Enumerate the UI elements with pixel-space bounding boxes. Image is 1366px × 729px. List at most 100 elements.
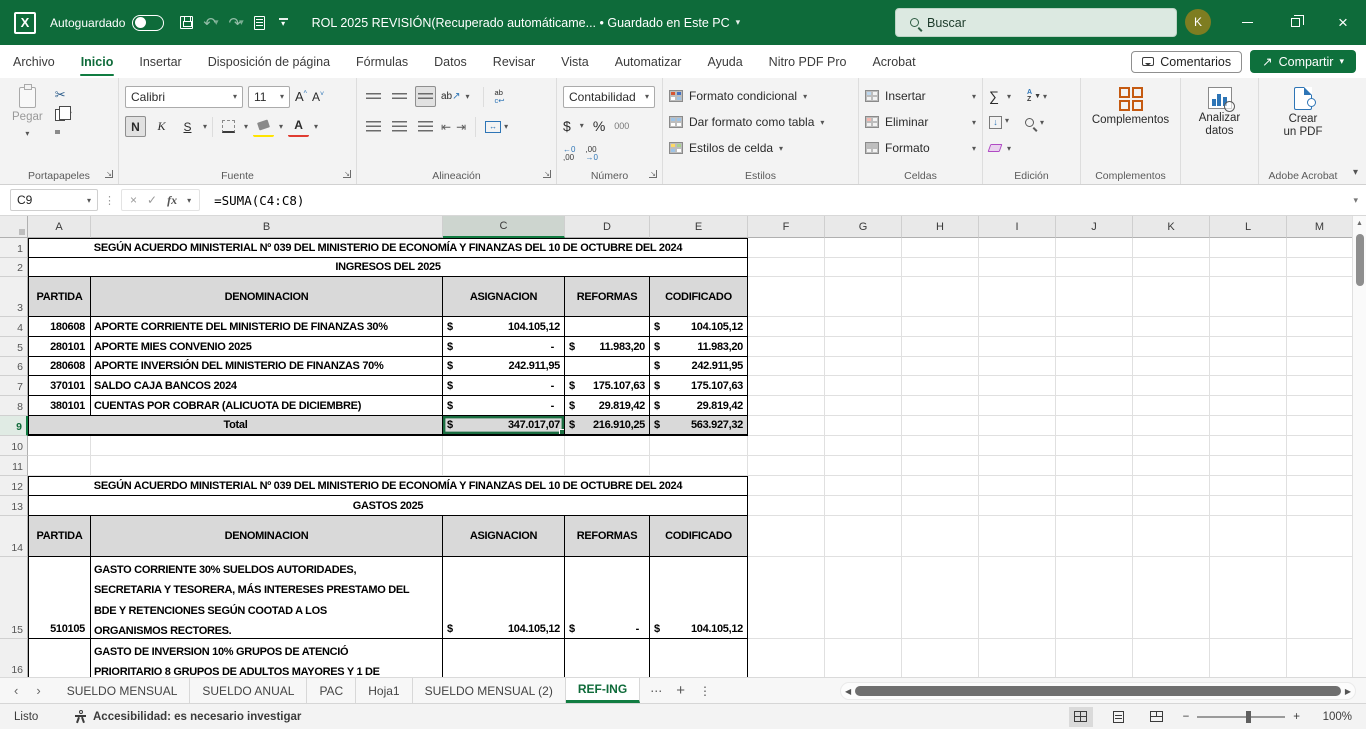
- tab-automatizar[interactable]: Automatizar: [602, 45, 695, 78]
- collapse-ribbon-button[interactable]: ▾: [1353, 167, 1358, 178]
- find-select-button[interactable]: ▾: [1025, 118, 1044, 127]
- format-as-table-button[interactable]: Dar formato como tabla▾: [669, 109, 852, 135]
- align-top-button[interactable]: [363, 86, 384, 107]
- column-header-k[interactable]: K: [1133, 216, 1210, 238]
- empty-cell[interactable]: [443, 456, 565, 476]
- increase-decimal-button[interactable]: ←0,00: [563, 146, 575, 162]
- cell-codificado[interactable]: $11.983,20: [650, 337, 748, 357]
- zoom-track[interactable]: [1197, 716, 1285, 718]
- borders-dropdown[interactable]: ▾: [244, 122, 248, 131]
- format-painter-button[interactable]: [55, 127, 72, 130]
- column-header-i[interactable]: I: [979, 216, 1056, 238]
- alignment-dialog-launcher[interactable]: [543, 170, 551, 178]
- row-header-13[interactable]: 13: [0, 496, 28, 516]
- align-right-button[interactable]: [415, 116, 436, 137]
- header-codificado[interactable]: CODIFICADO: [650, 516, 748, 557]
- cell-codificado[interactable]: $175.107,63: [650, 376, 748, 396]
- cell-reformas[interactable]: $175.107,63: [565, 376, 650, 396]
- cell-total-asignacion-selected[interactable]: $347.017,07: [443, 416, 565, 436]
- empty-cell[interactable]: [91, 456, 443, 476]
- cell-asignacion[interactable]: $-: [443, 337, 565, 357]
- expand-formula-bar-button[interactable]: ▾: [1353, 195, 1358, 206]
- align-left-button[interactable]: [363, 116, 384, 137]
- cell-partida[interactable]: 380101: [28, 396, 91, 416]
- column-header-h[interactable]: H: [902, 216, 979, 238]
- sheet-tab-sueldo-mensual[interactable]: SUELDO MENSUAL: [55, 678, 191, 703]
- tab-inicio[interactable]: Inicio: [68, 45, 127, 78]
- cut-button[interactable]: ✂: [55, 87, 72, 103]
- horizontal-scroll-thumb[interactable]: [855, 686, 1341, 696]
- row-header-12[interactable]: 12: [0, 476, 28, 496]
- cell-partida[interactable]: 180608: [28, 317, 91, 337]
- tab-nitro-pdf[interactable]: Nitro PDF Pro: [756, 45, 860, 78]
- tab-revisar[interactable]: Revisar: [480, 45, 548, 78]
- restore-button[interactable]: [1272, 0, 1318, 45]
- tab-vista[interactable]: Vista: [548, 45, 602, 78]
- header-reformas[interactable]: REFORMAS: [565, 516, 650, 557]
- empty-cell[interactable]: [91, 436, 443, 456]
- cell-asignacion[interactable]: [443, 639, 565, 677]
- row-header-11[interactable]: 11: [0, 456, 28, 476]
- column-header-f[interactable]: F: [748, 216, 825, 238]
- delete-cells-button[interactable]: Eliminar▾: [865, 109, 976, 135]
- autosum-button[interactable]: ∑: [989, 88, 999, 104]
- vertical-scroll-thumb[interactable]: [1356, 234, 1364, 286]
- cell-denominacion[interactable]: APORTE CORRIENTE DEL MINISTERIO DE FINAN…: [91, 317, 443, 337]
- sort-filter-button[interactable]: AZ ▼▾: [1027, 89, 1047, 103]
- number-format-select[interactable]: Contabilidad▾: [563, 86, 655, 108]
- account-avatar[interactable]: K: [1185, 9, 1211, 35]
- header-asignacion[interactable]: ASIGNACION: [443, 516, 565, 557]
- accessibility-checker[interactable]: Accesibilidad: es necesario investigar: [74, 710, 301, 723]
- clipboard-dialog-launcher[interactable]: [105, 170, 113, 178]
- cell-denominacion[interactable]: GASTO DE INVERSION 10% GRUPOS DE ATENCIÓ…: [91, 639, 443, 677]
- copy-button[interactable]: ▾: [55, 109, 72, 121]
- font-color-button[interactable]: A: [288, 116, 309, 137]
- zoom-slider[interactable]: − +: [1183, 711, 1300, 723]
- cell-reformas[interactable]: [565, 639, 650, 677]
- cell-asignacion[interactable]: $-: [443, 396, 565, 416]
- empty-cell[interactable]: [28, 456, 91, 476]
- row-header-1[interactable]: 1: [0, 238, 28, 258]
- formula-input[interactable]: =SUMA(C4:C8): [214, 193, 304, 208]
- comma-style-button[interactable]: 000: [614, 121, 629, 131]
- enter-formula-button[interactable]: ✓: [147, 193, 157, 207]
- autosave-toggle[interactable]: Autoguardado: [50, 15, 164, 31]
- close-button[interactable]: ×: [1320, 0, 1366, 45]
- font-color-dropdown[interactable]: ▾: [314, 122, 318, 131]
- column-header-g[interactable]: G: [825, 216, 902, 238]
- cell-asignacion[interactable]: $104.105,12: [443, 557, 565, 639]
- cell-total-codificado[interactable]: $563.927,32: [650, 416, 748, 436]
- sheet-options-button[interactable]: ⋮: [699, 684, 711, 698]
- normal-view-button[interactable]: [1069, 707, 1093, 727]
- row-header-9[interactable]: 9: [0, 416, 28, 436]
- fill-color-button[interactable]: [253, 116, 274, 137]
- scroll-up-icon[interactable]: ▲: [1353, 216, 1366, 227]
- header-denominacion[interactable]: DENOMINACION: [91, 516, 443, 557]
- vertical-scrollbar[interactable]: ▲: [1352, 216, 1366, 677]
- create-pdf-button[interactable]: Crearun PDF: [1265, 83, 1341, 143]
- scroll-right-icon[interactable]: ▶: [1345, 687, 1351, 696]
- column-header-a[interactable]: A: [28, 216, 91, 238]
- increase-indent-button[interactable]: ⇥: [456, 120, 466, 134]
- currency-dropdown[interactable]: ▾: [580, 121, 584, 130]
- decrease-decimal-button[interactable]: ,00→0: [585, 146, 597, 162]
- tab-acrobat[interactable]: Acrobat: [859, 45, 928, 78]
- header-denominacion[interactable]: DENOMINACION: [91, 277, 443, 317]
- save-button[interactable]: [176, 9, 197, 37]
- more-sheets-button[interactable]: ⋯: [650, 684, 662, 698]
- percent-button[interactable]: %: [593, 118, 605, 134]
- row-header-10[interactable]: 10: [0, 436, 28, 456]
- tab-archivo[interactable]: Archivo: [0, 45, 68, 78]
- cell-denominacion[interactable]: APORTE MIES CONVENIO 2025: [91, 337, 443, 357]
- sheet-tab-pac[interactable]: PAC: [307, 678, 356, 703]
- zoom-out-button[interactable]: −: [1183, 711, 1190, 723]
- header-partida[interactable]: PARTIDA: [28, 516, 91, 557]
- zoom-thumb[interactable]: [1246, 711, 1251, 723]
- cell-total-label[interactable]: Total: [28, 416, 443, 436]
- row-header-7[interactable]: 7: [0, 376, 28, 396]
- cell-title-gastos[interactable]: SEGÚN ACUERDO MINISTERIAL Nº 039 DEL MIN…: [28, 476, 748, 496]
- cancel-formula-button[interactable]: ×: [130, 193, 137, 207]
- sheet-tab-ref-ing-active[interactable]: REF-ING: [566, 678, 640, 703]
- orientation-dropdown[interactable]: ▾: [466, 92, 470, 101]
- column-header-l[interactable]: L: [1210, 216, 1287, 238]
